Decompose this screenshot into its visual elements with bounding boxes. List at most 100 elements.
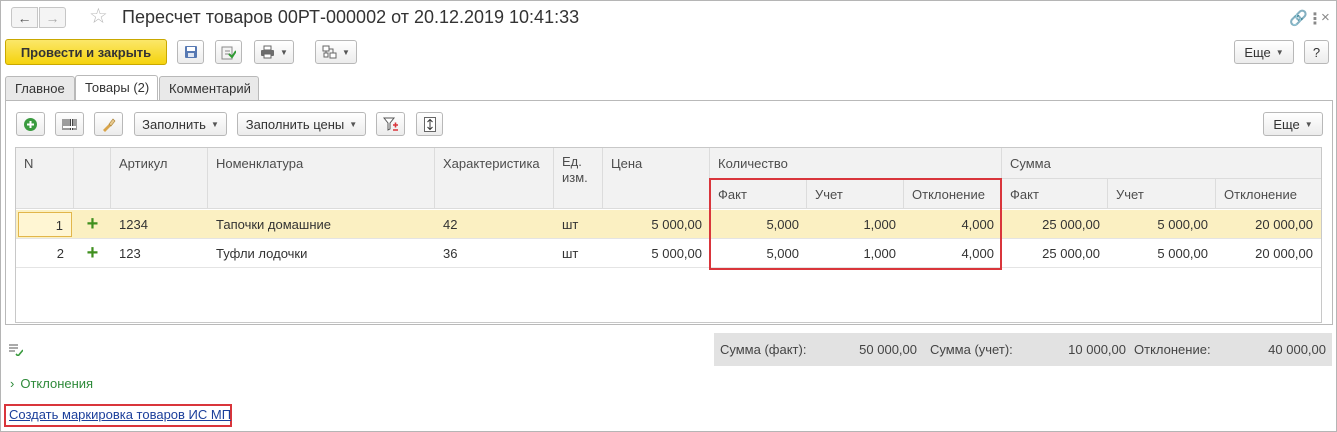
col-header-icon [74,148,111,209]
deviations-label: Отклонения [20,376,94,391]
col-header-qty-account[interactable]: Учет [807,179,904,209]
cell-price[interactable]: 5 000,00 [603,239,710,268]
tab-main[interactable]: Главное [5,76,75,101]
add-row-button[interactable] [16,112,45,136]
close-icon[interactable]: × [1321,9,1330,26]
forward-arrow-icon: → [45,9,60,26]
tab-goods[interactable]: Товары (2) [75,75,158,101]
goods-table: N Артикул Номенклатура Характеристика Ед… [15,147,1322,323]
structure-icon [322,45,337,59]
cell-sum-fact[interactable]: 25 000,00 [1002,210,1108,239]
cell-unit[interactable]: шт [554,210,603,239]
filter-button[interactable] [376,112,405,136]
cell-item[interactable]: Туфли лодочки [208,239,435,268]
col-header-sum-account[interactable]: Учет [1108,179,1216,209]
document-window: ← → ☆ Пересчет товаров 00РТ-000002 от 20… [0,0,1337,432]
total-deviation-value: 40 000,00 [1268,342,1326,357]
chevron-down-icon: ▼ [210,119,219,129]
cell-n[interactable]: 2 [18,239,72,268]
brush-button[interactable] [94,112,123,136]
back-button[interactable]: ← [11,7,38,28]
chevron-down-icon: ▼ [1275,47,1284,57]
col-header-qty-deviation[interactable]: Отклонение [904,179,1002,209]
save-icon [184,46,197,58]
structure-menu-button[interactable]: ▼ [315,40,357,64]
post-and-close-button[interactable]: Провести и закрыть [5,39,167,65]
cell-sum-deviation[interactable]: 20 000,00 [1216,239,1321,268]
chevron-right-icon: › [10,376,15,391]
col-header-price[interactable]: Цена [603,148,710,209]
fill-prices-label: Заполнить цены [245,116,345,132]
total-fact-label: Сумма (факт): [720,342,807,357]
star-icon[interactable]: ☆ [89,5,108,29]
chevron-down-icon: ▼ [1304,119,1313,129]
fill-menu-button[interactable]: Заполнить ▼ [134,112,227,136]
save-button[interactable] [177,40,204,64]
cell-qty-fact[interactable]: 5,000 [710,239,807,268]
col-header-item[interactable]: Номенклатура [208,148,435,209]
cell-qty-account[interactable]: 1,000 [807,210,904,239]
table-row[interactable]: 1 + 1234 Тапочки домашние 42 шт 5 000,00… [16,210,1321,239]
expand-rows-button[interactable] [416,112,443,136]
barcode-button[interactable] [55,112,84,136]
col-header-n[interactable]: N [16,148,74,209]
total-fact-value: 50 000,00 [859,342,917,357]
cell-qty-fact[interactable]: 5,000 [710,210,807,239]
filter-icon [382,117,398,131]
cell-unit[interactable]: шт [554,239,603,268]
cell-item[interactable]: Тапочки домашние [208,210,435,239]
fill-prices-menu-button[interactable]: Заполнить цены ▼ [237,112,366,136]
cell-characteristic[interactable]: 42 [435,210,554,239]
col-header-article[interactable]: Артикул [111,148,208,209]
cell-sum-fact[interactable]: 25 000,00 [1002,239,1108,268]
cell-sum-account[interactable]: 5 000,00 [1108,239,1216,268]
help-button[interactable]: ? [1304,40,1329,64]
create-marking-link[interactable]: Создать маркировка товаров ИС МП [9,407,231,422]
post-icon [221,46,236,59]
plus-icon: + [86,213,99,235]
barcode-icon [62,118,77,130]
forward-button[interactable]: → [39,7,66,28]
chevron-down-icon: ▼ [349,119,358,129]
page-title: Пересчет товаров 00РТ-000002 от 20.12.20… [122,7,580,27]
cell-sum-account[interactable]: 5 000,00 [1108,210,1216,239]
cell-price[interactable]: 5 000,00 [603,210,710,239]
cell-article[interactable]: 1234 [111,210,208,239]
post-button[interactable] [215,40,242,64]
total-account-label: Сумма (учет): [930,342,1013,357]
add-icon [24,117,37,131]
cell-qty-account[interactable]: 1,000 [807,239,904,268]
col-header-sum-fact[interactable]: Факт [1002,179,1108,209]
edit-list-icon[interactable] [8,343,24,359]
total-deviation-label: Отклонение: [1134,342,1211,357]
fill-label: Заполнить [142,116,206,132]
tab-comment[interactable]: Комментарий [159,76,259,101]
more-button[interactable]: Еще ▼ [1234,40,1294,64]
total-account-value: 10 000,00 [1068,342,1126,357]
plus-icon: + [86,242,99,264]
back-arrow-icon: ← [17,9,32,26]
brush-icon [103,118,116,132]
cell-article[interactable]: 123 [111,239,208,268]
deviations-group-toggle[interactable]: › Отклонения [10,376,93,391]
cell-sum-deviation[interactable]: 20 000,00 [1216,210,1321,239]
cell-n[interactable]: 1 [18,212,72,237]
print-icon [261,45,275,59]
goods-more-button[interactable]: Еще ▼ [1263,112,1323,136]
link-icon[interactable]: 🔗 [1289,9,1308,27]
print-menu-button[interactable]: ▼ [254,40,294,64]
cell-qty-deviation[interactable]: 4,000 [904,239,1002,268]
cell-characteristic[interactable]: 36 [435,239,554,268]
chevron-down-icon: ▼ [342,47,350,57]
table-row[interactable]: 2 + 123 Туфли лодочки 36 шт 5 000,00 5,0… [16,239,1321,268]
col-header-quantity[interactable]: Количество [710,148,1002,179]
col-header-sum[interactable]: Сумма [1002,148,1321,179]
col-header-qty-fact[interactable]: Факт [710,179,807,209]
goods-more-label: Еще [1273,116,1300,132]
expand-rows-icon [423,116,436,132]
cell-qty-deviation[interactable]: 4,000 [904,210,1002,239]
col-header-unit[interactable]: Ед. изм. [554,148,603,209]
col-header-characteristic[interactable]: Характеристика [435,148,554,209]
col-header-sum-deviation[interactable]: Отклонение [1216,179,1321,209]
title-bar: ← → ☆ Пересчет товаров 00РТ-000002 от 20… [1,1,1336,35]
